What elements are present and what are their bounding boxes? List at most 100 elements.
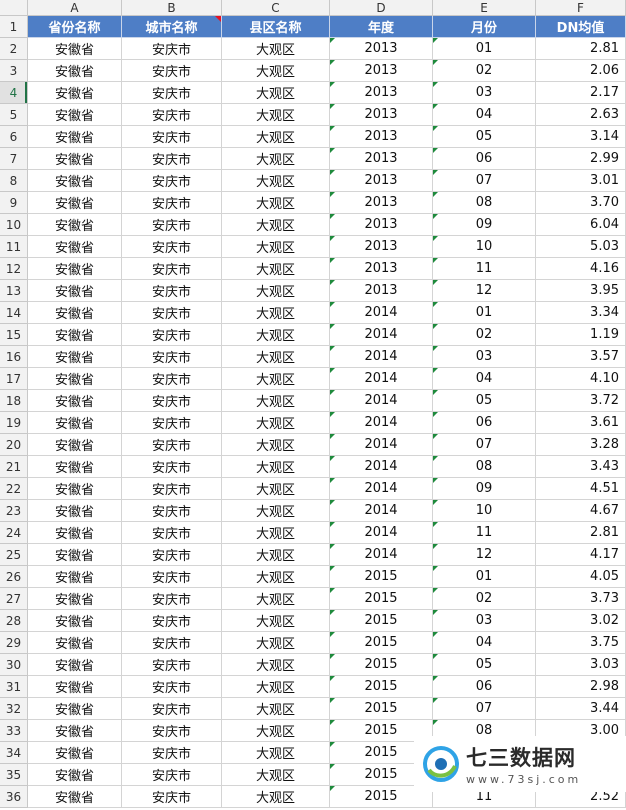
row-number[interactable]: 29 <box>0 632 28 654</box>
dn-mean-cell[interactable]: 4.67 <box>536 500 626 522</box>
month-cell[interactable]: 11 <box>433 258 536 280</box>
year-cell[interactable]: 2013 <box>330 126 433 148</box>
county-cell[interactable]: 大观区 <box>222 588 330 610</box>
month-cell[interactable]: 02 <box>433 588 536 610</box>
province-cell[interactable]: 安徽省 <box>28 500 122 522</box>
county-cell[interactable]: 大观区 <box>222 698 330 720</box>
county-cell[interactable]: 大观区 <box>222 214 330 236</box>
year-cell[interactable]: 2013 <box>330 236 433 258</box>
header-year[interactable]: 年度 <box>330 16 433 38</box>
county-cell[interactable]: 大观区 <box>222 192 330 214</box>
row-number[interactable]: 20 <box>0 434 28 456</box>
row-number[interactable]: 5 <box>0 104 28 126</box>
city-cell[interactable]: 安庆市 <box>122 742 222 764</box>
dn-mean-cell[interactable]: 3.02 <box>536 610 626 632</box>
row-number[interactable]: 11 <box>0 236 28 258</box>
city-cell[interactable]: 安庆市 <box>122 786 222 808</box>
province-cell[interactable]: 安徽省 <box>28 170 122 192</box>
province-cell[interactable]: 安徽省 <box>28 698 122 720</box>
county-cell[interactable]: 大观区 <box>222 676 330 698</box>
month-cell[interactable]: 11 <box>433 522 536 544</box>
header-dn-mean[interactable]: DN均值 <box>536 16 626 38</box>
header-province[interactable]: 省份名称 <box>28 16 122 38</box>
row-number[interactable]: 33 <box>0 720 28 742</box>
dn-mean-cell[interactable]: 2.06 <box>536 60 626 82</box>
dn-mean-cell[interactable]: 3.28 <box>536 434 626 456</box>
city-cell[interactable]: 安庆市 <box>122 258 222 280</box>
city-cell[interactable]: 安庆市 <box>122 214 222 236</box>
county-cell[interactable]: 大观区 <box>222 456 330 478</box>
city-cell[interactable]: 安庆市 <box>122 192 222 214</box>
year-cell[interactable]: 2014 <box>330 324 433 346</box>
dn-mean-cell[interactable]: 4.51 <box>536 478 626 500</box>
dn-mean-cell[interactable]: 1.19 <box>536 324 626 346</box>
county-cell[interactable]: 大观区 <box>222 258 330 280</box>
row-number[interactable]: 28 <box>0 610 28 632</box>
month-cell[interactable]: 08 <box>433 192 536 214</box>
county-cell[interactable]: 大观区 <box>222 478 330 500</box>
dn-mean-cell[interactable]: 2.17 <box>536 82 626 104</box>
city-cell[interactable]: 安庆市 <box>122 610 222 632</box>
county-cell[interactable]: 大观区 <box>222 500 330 522</box>
row-number[interactable]: 25 <box>0 544 28 566</box>
row-number[interactable]: 17 <box>0 368 28 390</box>
year-cell[interactable]: 2015 <box>330 632 433 654</box>
year-cell[interactable]: 2013 <box>330 38 433 60</box>
dn-mean-cell[interactable]: 2.63 <box>536 104 626 126</box>
row-number[interactable]: 34 <box>0 742 28 764</box>
province-cell[interactable]: 安徽省 <box>28 742 122 764</box>
row-number[interactable]: 12 <box>0 258 28 280</box>
city-cell[interactable]: 安庆市 <box>122 544 222 566</box>
row-number[interactable]: 19 <box>0 412 28 434</box>
city-cell[interactable]: 安庆市 <box>122 302 222 324</box>
city-cell[interactable]: 安庆市 <box>122 654 222 676</box>
county-cell[interactable]: 大观区 <box>222 632 330 654</box>
row-number[interactable]: 32 <box>0 698 28 720</box>
province-cell[interactable]: 安徽省 <box>28 38 122 60</box>
month-cell[interactable]: 07 <box>433 434 536 456</box>
province-cell[interactable]: 安徽省 <box>28 192 122 214</box>
dn-mean-cell[interactable]: 3.72 <box>536 390 626 412</box>
month-cell[interactable]: 01 <box>433 566 536 588</box>
dn-mean-cell[interactable]: 3.34 <box>536 302 626 324</box>
province-cell[interactable]: 安徽省 <box>28 566 122 588</box>
dn-mean-cell[interactable]: 3.95 <box>536 280 626 302</box>
province-cell[interactable]: 安徽省 <box>28 258 122 280</box>
year-cell[interactable]: 2015 <box>330 566 433 588</box>
county-cell[interactable]: 大观区 <box>222 148 330 170</box>
month-cell[interactable]: 03 <box>433 346 536 368</box>
row-number[interactable]: 35 <box>0 764 28 786</box>
county-cell[interactable]: 大观区 <box>222 236 330 258</box>
year-cell[interactable]: 2013 <box>330 148 433 170</box>
column-header-e[interactable]: E <box>433 0 536 16</box>
year-cell[interactable]: 2013 <box>330 82 433 104</box>
city-cell[interactable]: 安庆市 <box>122 478 222 500</box>
county-cell[interactable]: 大观区 <box>222 126 330 148</box>
row-number[interactable]: 8 <box>0 170 28 192</box>
year-cell[interactable]: 2014 <box>330 412 433 434</box>
province-cell[interactable]: 安徽省 <box>28 720 122 742</box>
province-cell[interactable]: 安徽省 <box>28 60 122 82</box>
year-cell[interactable]: 2013 <box>330 280 433 302</box>
city-cell[interactable]: 安庆市 <box>122 236 222 258</box>
city-cell[interactable]: 安庆市 <box>122 764 222 786</box>
county-cell[interactable]: 大观区 <box>222 720 330 742</box>
month-cell[interactable]: 09 <box>433 478 536 500</box>
province-cell[interactable]: 安徽省 <box>28 390 122 412</box>
county-cell[interactable]: 大观区 <box>222 522 330 544</box>
province-cell[interactable]: 安徽省 <box>28 522 122 544</box>
header-month[interactable]: 月份 <box>433 16 536 38</box>
month-cell[interactable]: 02 <box>433 324 536 346</box>
province-cell[interactable]: 安徽省 <box>28 654 122 676</box>
province-cell[interactable]: 安徽省 <box>28 786 122 808</box>
row-number[interactable]: 10 <box>0 214 28 236</box>
county-cell[interactable]: 大观区 <box>222 764 330 786</box>
dn-mean-cell[interactable]: 2.81 <box>536 522 626 544</box>
row-number[interactable]: 14 <box>0 302 28 324</box>
county-cell[interactable]: 大观区 <box>222 412 330 434</box>
province-cell[interactable]: 安徽省 <box>28 368 122 390</box>
city-cell[interactable]: 安庆市 <box>122 324 222 346</box>
county-cell[interactable]: 大观区 <box>222 566 330 588</box>
row-number[interactable]: 7 <box>0 148 28 170</box>
city-cell[interactable]: 安庆市 <box>122 104 222 126</box>
